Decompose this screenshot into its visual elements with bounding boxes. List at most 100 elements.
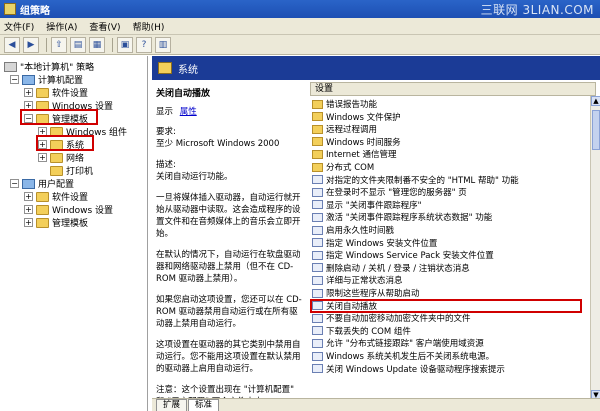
policy-icon (4, 61, 17, 72)
menu-file[interactable]: 文件(F) (4, 20, 34, 33)
show-label: 显示 (156, 107, 174, 117)
policy-setting-icon (312, 263, 323, 273)
list-item-setting[interactable]: 下载丢失的 COM 组件 (312, 325, 411, 337)
properties-icon[interactable]: ▣ (117, 36, 133, 53)
menu-action[interactable]: 操作(A) (46, 20, 77, 33)
properties-link[interactable]: 属性 (180, 107, 197, 117)
list-item-setting[interactable]: 删除启动 / 关机 / 登录 / 注销状态消息 (312, 262, 470, 274)
user-icon (22, 178, 35, 189)
list-item-label: 远程过程调用 (326, 125, 378, 136)
list-item-label: Windows 文件保护 (326, 112, 401, 123)
export-list-icon[interactable]: ▦ (89, 36, 105, 53)
list-item-setting[interactable]: 激活 "关闭事件跟踪程序系统状态数据" 功能 (312, 211, 492, 223)
list-item-label: Windows 系统关机发生后不关闭系统电源。 (326, 352, 495, 362)
list-item-setting[interactable]: 对指定的文件夹限制番不安全的 "HTML 帮助" 功能 (312, 174, 519, 186)
list-item-label: 错误报告功能 (326, 100, 378, 110)
tree-user-windows-settings[interactable]: + Windows 设置 (24, 203, 113, 216)
list-item-setting[interactable]: 指定 Windows 安装文件位置 (312, 237, 437, 249)
policy-setting-icon (312, 351, 323, 361)
list-item-setting[interactable]: 关闭 Windows Update 设备驱动程序搜索提示 (312, 363, 505, 375)
folder-icon (36, 87, 49, 98)
tree-software-settings[interactable]: + 软件设置 (24, 86, 88, 99)
tree-user-config[interactable]: − 用户配置 (10, 177, 74, 190)
list-item-label: 限制这些程序从帮助启动 (326, 289, 420, 299)
list-item-setting[interactable]: 允许 "分布式链接跟踪" 客户端使用域资源 (312, 337, 484, 349)
list-item-label: 在登录时不显示 "管理您的服务器" 页 (326, 188, 467, 199)
expand-icon[interactable]: + (24, 205, 33, 214)
tree-item-label: 计算机配置 (38, 76, 84, 86)
tree-user-software-settings[interactable]: + 软件设置 (24, 190, 88, 203)
list-item-folder[interactable]: Windows 时间服务 (312, 136, 401, 148)
settings-column-header[interactable]: 设置 (310, 82, 596, 96)
tab-extended[interactable]: 扩展 (156, 399, 188, 411)
setting-title: 关闭自动播放 (156, 89, 211, 99)
expand-icon[interactable]: + (24, 88, 33, 97)
list-item-setting[interactable]: 启用永久性时间戳 (312, 224, 394, 236)
expand-icon[interactable]: + (24, 192, 33, 201)
folder-icon (312, 99, 323, 109)
policy-setting-icon (312, 200, 323, 210)
policy-setting-icon (312, 288, 323, 298)
scroll-thumb[interactable] (592, 110, 600, 150)
list-item-folder[interactable]: Windows 文件保护 (312, 111, 401, 123)
folder-icon (312, 149, 323, 159)
tab-standard[interactable]: 标准 (188, 399, 220, 411)
list-item-folder[interactable]: 错误报告功能 (312, 98, 377, 110)
description-label: 描述: (156, 160, 176, 170)
list-item-label: 详细与正常状态消息 (326, 276, 403, 287)
list-item-label: 关闭 Windows Update 设备驱动程序搜索提示 (326, 364, 505, 375)
view-tabs: 扩展 标准 (152, 398, 600, 411)
tree-item-label: 软件设置 (52, 89, 89, 99)
folder-icon (36, 217, 49, 228)
help-icon[interactable]: ? (136, 36, 152, 53)
collapse-icon[interactable]: − (10, 179, 19, 188)
tree-user-admin-templates[interactable]: + 管理模板 (24, 216, 88, 229)
tree-root[interactable]: "本地计算机" 策略 (4, 60, 94, 73)
collapse-icon[interactable]: − (10, 75, 19, 84)
content-header-title: 系统 (178, 64, 198, 76)
list-item-label: 对指定的文件夹限制番不安全的 "HTML 帮助" 功能 (326, 175, 519, 186)
list-item-setting[interactable]: 详细与正常状态消息 (312, 274, 403, 286)
folder-icon (312, 112, 323, 122)
list-item-folder[interactable]: Internet 通信管理 (312, 148, 396, 160)
expand-icon[interactable]: + (38, 153, 47, 162)
menu-help[interactable]: 帮助(H) (133, 20, 165, 33)
folder-icon (158, 62, 172, 74)
window-title: 组策略 (20, 5, 50, 17)
highlight-box-admin-templates (20, 109, 98, 125)
toolbar-separator (112, 37, 113, 52)
expand-icon[interactable]: + (24, 218, 33, 227)
toolbar-separator (46, 37, 47, 52)
list-item-setting[interactable]: 限制这些程序从帮助启动 (312, 287, 420, 299)
list-item-setting[interactable]: 显示 "关闭事件跟踪程序" (312, 199, 422, 211)
up-folder-icon[interactable]: ⇧ (51, 36, 67, 53)
policy-setting-icon (312, 313, 323, 323)
list-item-setting[interactable]: Windows 系统关机发生后不关闭系统电源。 (312, 350, 494, 362)
policy-setting-icon (312, 175, 323, 185)
policy-setting-icon (312, 338, 323, 348)
forward-icon[interactable]: ▶ (23, 36, 39, 53)
vertical-scrollbar[interactable]: ▲ ▼ (590, 96, 600, 400)
tree-item-label: 网络 (66, 154, 85, 164)
scroll-up-icon[interactable]: ▲ (591, 96, 600, 106)
tree-printers[interactable]: 打印机 (50, 164, 93, 177)
list-item-label: 允许 "分布式链接跟踪" 客户端使用域资源 (326, 339, 484, 350)
show-extended-icon[interactable]: ▥ (155, 36, 171, 53)
tree-network[interactable]: + 网络 (38, 151, 84, 164)
list-item-setting[interactable]: 指定 Windows Service Pack 安装文件位置 (312, 249, 494, 261)
content-header: 系统 (152, 56, 600, 80)
show-hide-tree-icon[interactable]: ▤ (70, 36, 86, 53)
list-item-folder[interactable]: 远程过程调用 (312, 123, 377, 135)
list-item-label: 不要自动加密移动加密文件夹中的文件 (326, 314, 471, 325)
list-item-setting[interactable]: 不要自动加密移动加密文件夹中的文件 (312, 312, 471, 324)
tree-computer-config[interactable]: − 计算机配置 (10, 73, 83, 86)
list-item-folder[interactable]: 分布式 COM (312, 161, 374, 173)
menu-view[interactable]: 查看(V) (89, 20, 120, 33)
highlight-box-system (36, 135, 94, 151)
folder-icon (36, 204, 49, 215)
description-paragraph: 这项设置在驱动器的其它类别中禁用自动运行。您不能用这项设置在默认禁用的驱动器上启… (156, 340, 301, 374)
list-item-setting[interactable]: 在登录时不显示 "管理您的服务器" 页 (312, 186, 467, 198)
description-pane: 关闭自动播放 显示 属性 要求: 至少 Microsoft Windows 20… (152, 80, 306, 400)
back-icon[interactable]: ◀ (4, 36, 20, 53)
list-item-label: 启用永久性时间戳 (326, 226, 395, 236)
